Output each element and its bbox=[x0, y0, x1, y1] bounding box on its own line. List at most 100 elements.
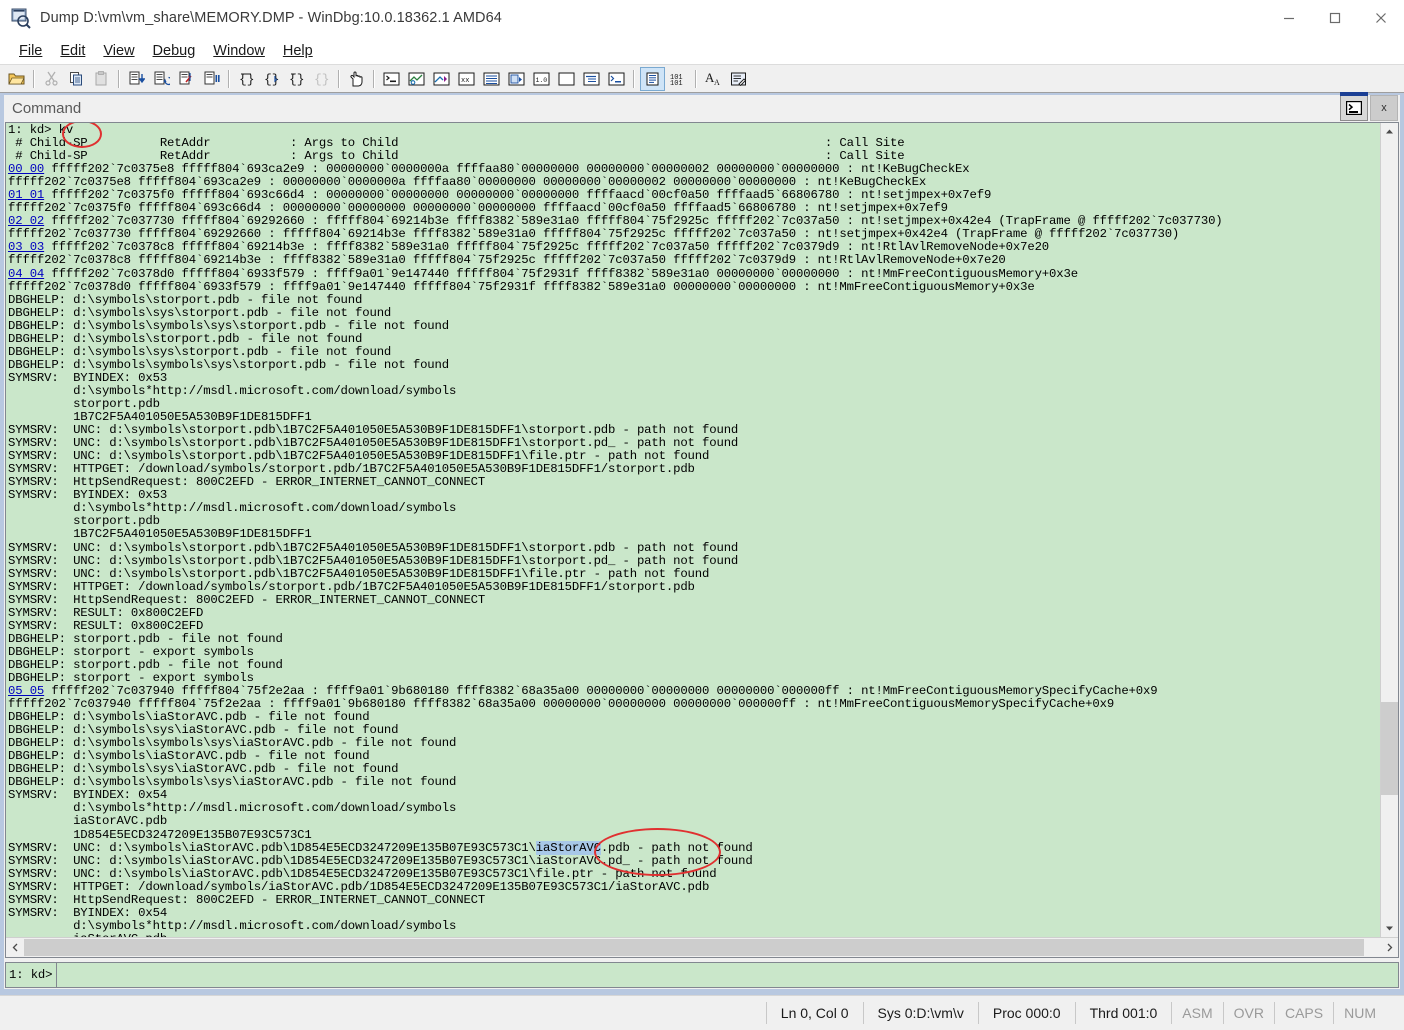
windbg-icon bbox=[10, 7, 32, 29]
command-prompt-row: 1: kd> bbox=[5, 962, 1399, 988]
toolbar-separator bbox=[373, 69, 375, 88]
selected-text[interactable]: iaStorAVC bbox=[535, 840, 601, 855]
open-folder-icon[interactable] bbox=[5, 68, 28, 90]
paste-icon[interactable] bbox=[90, 68, 113, 90]
scratch-pad-icon[interactable] bbox=[555, 68, 578, 90]
menu-window[interactable]: Window bbox=[204, 41, 274, 61]
command-window: Command x 1: kd> kv # Child-SP RetAddr:… bbox=[4, 92, 1400, 989]
step-into-icon[interactable] bbox=[125, 68, 148, 90]
frame-index-link[interactable]: 00 00 bbox=[8, 162, 44, 176]
command-browser-icon[interactable] bbox=[605, 68, 628, 90]
toolbar-separator bbox=[633, 69, 635, 88]
toolbar-separator bbox=[118, 69, 120, 88]
menu-debug[interactable]: Debug bbox=[144, 41, 205, 61]
menu-file-label: File bbox=[19, 42, 43, 59]
command-input[interactable] bbox=[57, 963, 1398, 987]
svg-text:{}: {} bbox=[314, 72, 330, 86]
line-numbers-icon[interactable]: 101 101 bbox=[667, 68, 690, 90]
output-horizontal-scrollbar[interactable] bbox=[6, 937, 1398, 957]
menu-view-label: View bbox=[103, 42, 135, 59]
frame-index-link[interactable]: 01 01 bbox=[8, 188, 44, 202]
status-line-col: Ln 0, Col 0 bbox=[765, 1002, 863, 1024]
frame-index-link[interactable]: 02 02 bbox=[8, 214, 44, 228]
status-process: Proc 000:0 bbox=[977, 1002, 1075, 1024]
status-bar: Ln 0, Col 0 Sys 0:D:\vm\v Proc 000:0 Thr… bbox=[0, 995, 1404, 1030]
toolbar-separator bbox=[33, 69, 35, 88]
call-stack-window-icon[interactable] bbox=[505, 68, 528, 90]
frame-index-link[interactable]: 03 03 bbox=[8, 240, 44, 254]
frame-index-link[interactable]: 04 04 bbox=[8, 267, 44, 281]
status-caps-indicator: CAPS bbox=[1273, 1002, 1333, 1024]
command-window-caption: Command x bbox=[4, 92, 1400, 122]
svg-text:{}: {} bbox=[264, 72, 280, 86]
command-window-close-button[interactable]: x bbox=[1370, 95, 1398, 121]
status-thread: Thrd 001:0 bbox=[1074, 1002, 1172, 1024]
scroll-left-button[interactable] bbox=[6, 938, 24, 957]
status-ovr-indicator: OVR bbox=[1222, 1002, 1274, 1024]
source-mode-icon[interactable] bbox=[640, 66, 665, 91]
menu-help-label: Help bbox=[282, 42, 313, 59]
toolbar-separator bbox=[695, 69, 697, 88]
menu-edit-label: Edit bbox=[60, 42, 86, 59]
locals-window-icon[interactable] bbox=[430, 68, 453, 90]
horizontal-scroll-track[interactable] bbox=[24, 938, 1380, 957]
windbg-window: Dump D:\vm\vm_share\MEMORY.DMP - WinDbg:… bbox=[0, 0, 1404, 1030]
toolbar-separator bbox=[338, 69, 340, 88]
status-asm-indicator: ASM bbox=[1171, 1002, 1222, 1024]
cut-icon[interactable] bbox=[40, 68, 63, 90]
go-icon[interactable]: {} bbox=[285, 68, 308, 90]
svg-text:A: A bbox=[714, 78, 720, 86]
font-icon[interactable]: AA bbox=[702, 68, 725, 90]
scroll-down-button[interactable] bbox=[1381, 920, 1398, 937]
menu-edit[interactable]: Edit bbox=[51, 41, 94, 61]
toolbar-separator bbox=[228, 69, 230, 88]
svg-text:1.0: 1.0 bbox=[536, 77, 548, 84]
command-output-body: 1: kd> kv # Child-SP RetAddr : Args to C… bbox=[5, 122, 1399, 958]
close-button[interactable] bbox=[1358, 0, 1404, 36]
vertical-scroll-track[interactable] bbox=[1381, 140, 1398, 920]
frame-index-link[interactable]: 05 05 bbox=[8, 684, 44, 698]
menu-window-label: Window bbox=[213, 42, 265, 59]
menu-view[interactable]: View bbox=[94, 41, 143, 61]
scroll-right-button[interactable] bbox=[1380, 938, 1398, 957]
memory-window-icon[interactable] bbox=[480, 68, 503, 90]
restart-icon[interactable]: {} bbox=[310, 68, 333, 90]
trace-icon[interactable]: {} bbox=[260, 68, 283, 90]
horizontal-scroll-thumb[interactable] bbox=[24, 939, 1364, 956]
maximize-button[interactable] bbox=[1312, 0, 1358, 36]
step-out-icon[interactable]: {} bbox=[235, 68, 258, 90]
copy-icon[interactable] bbox=[65, 68, 88, 90]
title-bar: Dump D:\vm\vm_share\MEMORY.DMP - WinDbg:… bbox=[0, 0, 1404, 37]
watch-window-icon[interactable] bbox=[405, 68, 428, 90]
menu-file[interactable]: File bbox=[10, 41, 51, 61]
menu-debug-label: Debug bbox=[152, 42, 196, 59]
menu-help[interactable]: Help bbox=[274, 41, 322, 61]
break-icon[interactable] bbox=[200, 68, 223, 90]
scroll-up-button[interactable] bbox=[1381, 123, 1398, 140]
mdi-client-area: Command x 1: kd> kv # Child-SP RetAddr:… bbox=[0, 92, 1404, 995]
processes-threads-icon[interactable] bbox=[580, 68, 603, 90]
console-restore-icon[interactable] bbox=[1340, 92, 1368, 121]
window-controls bbox=[1266, 0, 1404, 36]
command-output-area[interactable]: 1: kd> kv # Child-SP RetAddr : Args to C… bbox=[6, 123, 1380, 937]
run-to-cursor-icon[interactable] bbox=[175, 68, 198, 90]
command-prompt-label: 1: kd> bbox=[6, 963, 58, 987]
minimize-button[interactable] bbox=[1266, 0, 1312, 36]
stop-debugging-icon[interactable] bbox=[345, 68, 368, 90]
options-icon[interactable] bbox=[727, 68, 750, 90]
disassembly-window-icon[interactable]: 1.0 bbox=[530, 68, 553, 90]
status-num-indicator: NUM bbox=[1333, 1002, 1386, 1024]
step-over-icon[interactable] bbox=[150, 68, 173, 90]
command-output-text: 1: kd> kv # Child-SP RetAddr : Args to C… bbox=[8, 123, 1223, 937]
vertical-scroll-thumb[interactable] bbox=[1381, 701, 1398, 796]
command-output-wrap: 1: kd> kv # Child-SP RetAddr : Args to C… bbox=[6, 123, 1398, 937]
window-title: Dump D:\vm\vm_share\MEMORY.DMP - WinDbg:… bbox=[40, 10, 502, 26]
command-window-title: Command bbox=[12, 100, 82, 117]
svg-text:xx: xx bbox=[461, 77, 469, 85]
toolbar: {} {} {} {} xx 1.0 101 101 A A bbox=[0, 64, 1404, 93]
registers-window-icon[interactable]: xx bbox=[455, 68, 478, 90]
svg-text:101: 101 bbox=[670, 80, 683, 86]
output-vertical-scrollbar[interactable] bbox=[1380, 123, 1398, 937]
command-window-icon[interactable] bbox=[380, 68, 403, 90]
status-system: Sys 0:D:\vm\v bbox=[862, 1002, 978, 1024]
